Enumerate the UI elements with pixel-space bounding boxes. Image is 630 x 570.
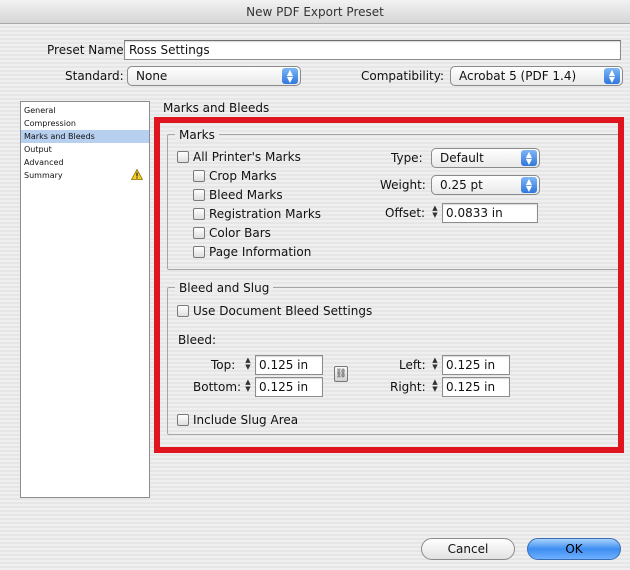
sidebar-item-general[interactable]: General: [21, 104, 149, 117]
sidebar-item-compression[interactable]: Compression: [21, 117, 149, 130]
sidebar-item-marks-and-bleeds[interactable]: Marks and Bleeds: [21, 130, 149, 143]
standard-value: None: [136, 69, 168, 83]
warning-icon: [131, 169, 143, 180]
window-title: New PDF Export Preset: [0, 0, 630, 24]
preset-name-label: Preset Name:: [47, 43, 128, 57]
compatibility-label: Compatibility:: [361, 69, 445, 83]
sidebar-item-summary[interactable]: Summary: [21, 169, 149, 182]
sidebar-item-label: Marks and Bleeds: [24, 132, 95, 141]
panel-title: Marks and Bleeds: [163, 101, 270, 115]
ok-button[interactable]: OK: [527, 538, 621, 560]
compatibility-value: Acrobat 5 (PDF 1.4): [459, 69, 577, 83]
sidebar-item-advanced[interactable]: Advanced: [21, 156, 149, 169]
compatibility-popup[interactable]: Acrobat 5 (PDF 1.4) ▲ ▼: [450, 66, 623, 86]
preset-name-field[interactable]: Ross Settings: [124, 40, 621, 60]
sidebar-item-label: Advanced: [24, 158, 64, 167]
sidebar-item-label: Summary: [24, 171, 63, 180]
sidebar-item-label: Output: [24, 145, 52, 154]
sidebar-item-label: Compression: [24, 119, 76, 128]
popup-arrows-icon: ▲ ▼: [604, 68, 620, 84]
cancel-button[interactable]: Cancel: [421, 538, 515, 560]
standard-popup[interactable]: None ▲ ▼: [127, 66, 301, 86]
standard-label: Standard:: [65, 69, 124, 83]
sidebar-item-label: General: [24, 106, 56, 115]
highlight-annotation: [154, 117, 624, 453]
popup-arrows-icon: ▲ ▼: [282, 68, 298, 84]
category-list[interactable]: General Compression Marks and Bleeds Out…: [20, 101, 150, 498]
sidebar-item-output[interactable]: Output: [21, 143, 149, 156]
